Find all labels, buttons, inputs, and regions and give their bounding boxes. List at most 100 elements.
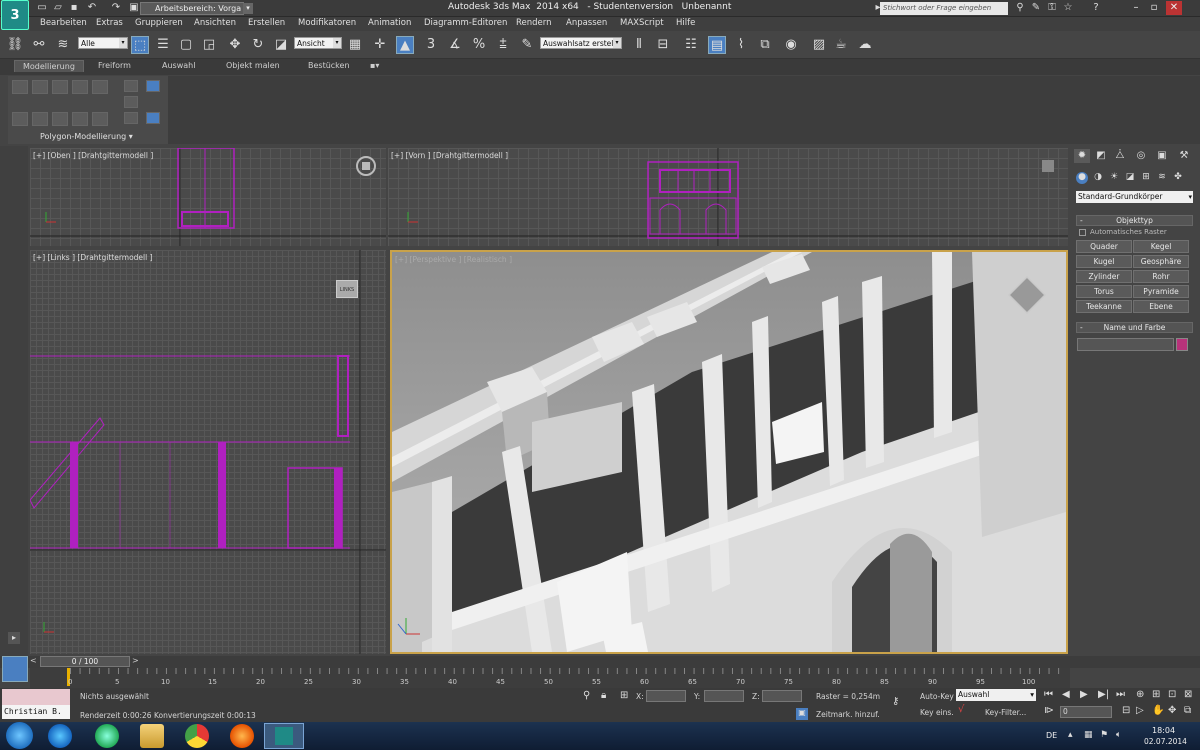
ribbon-tool-button[interactable]: [52, 80, 68, 94]
torus-button[interactable]: Torus: [1076, 285, 1132, 298]
select-object-icon[interactable]: ⬚: [131, 36, 149, 54]
open-file-icon[interactable]: ▱: [52, 2, 64, 14]
ribbon-tool-button[interactable]: [92, 80, 108, 94]
help-icon[interactable]: ?: [1090, 2, 1102, 14]
binoculars-icon[interactable]: ⚲: [1014, 2, 1026, 14]
set-key-icon[interactable]: ⚷: [892, 696, 899, 707]
tray-arrow-icon[interactable]: ▴: [1068, 730, 1073, 740]
workspace-dropdown[interactable]: Arbeitsbereich: Vorga ▾: [140, 2, 253, 15]
geometry-icon[interactable]: ●: [1076, 172, 1088, 184]
viewport-perspective[interactable]: [+] [Perspektive ] [Realistisch ]: [390, 250, 1068, 654]
goto-end-icon[interactable]: ⏭: [1116, 689, 1125, 700]
cameras-icon[interactable]: ◪: [1124, 172, 1136, 184]
viewcube-front-icon[interactable]: [1042, 160, 1054, 172]
utilities-tab-icon[interactable]: ⚒: [1176, 149, 1192, 163]
scene-explorer-icon[interactable]: ▤: [708, 36, 726, 54]
object-name-input[interactable]: [1077, 338, 1174, 351]
ribbon-tab-auswahl[interactable]: Auswahl: [162, 61, 195, 70]
play-icon[interactable]: ▶: [1080, 689, 1088, 700]
ribbon-tool-button[interactable]: [124, 96, 138, 108]
zoom-icon[interactable]: ⊕: [1136, 689, 1144, 700]
language-indicator[interactable]: DE: [1046, 731, 1057, 740]
ribbon-tab-freiform[interactable]: Freiform: [98, 61, 131, 70]
menu-anpassen[interactable]: Anpassen: [566, 18, 607, 28]
zoom-extents-all-icon[interactable]: ⊠: [1184, 689, 1192, 700]
motion-tab-icon[interactable]: ◎: [1133, 149, 1149, 163]
firefox-icon[interactable]: [230, 724, 254, 748]
x-coordinate-field[interactable]: [646, 690, 686, 702]
minimize-button[interactable]: –: [1128, 1, 1144, 15]
quader-button[interactable]: Quader: [1076, 240, 1132, 253]
ribbon-tool-button[interactable]: [146, 80, 160, 92]
modify-tab-icon[interactable]: ◩: [1093, 149, 1109, 163]
undo-icon[interactable]: ↶: [86, 2, 98, 14]
zylinder-button[interactable]: Zylinder: [1076, 270, 1132, 283]
ribbon-tab-bestuecken[interactable]: Bestücken: [308, 61, 350, 70]
viewcube-top-icon[interactable]: [356, 156, 376, 176]
pivot-center-icon[interactable]: ▦: [346, 36, 364, 54]
menu-rendern[interactable]: Rendern: [516, 18, 552, 28]
mirror-icon[interactable]: ⫴: [630, 36, 648, 54]
chrome-icon[interactable]: [185, 724, 209, 748]
rohr-button[interactable]: Rohr: [1133, 270, 1189, 283]
menu-extras[interactable]: Extras: [96, 18, 123, 28]
schematic-view-icon[interactable]: ⧉: [756, 36, 774, 54]
ribbon-tool-button[interactable]: [12, 80, 28, 94]
rendered-frame-icon[interactable]: ☕: [832, 36, 850, 54]
z-coordinate-field[interactable]: [762, 690, 802, 702]
goto-start-icon[interactable]: ⏮: [1044, 689, 1053, 700]
maxscript-listener-strip[interactable]: [2, 689, 70, 705]
slider-next-icon[interactable]: >: [132, 656, 139, 665]
ribbon-tool-button[interactable]: [72, 112, 88, 126]
zoom-all-icon[interactable]: ⊞: [1152, 689, 1160, 700]
angle-snap-icon[interactable]: ∡: [446, 36, 464, 54]
select-manipulate-icon[interactable]: ✛: [371, 36, 389, 54]
primitive-category-dropdown[interactable]: Standard-Grundkörper ▾: [1076, 191, 1193, 203]
ribbon-tool-button[interactable]: [124, 80, 138, 92]
curve-editor-icon[interactable]: ⌇: [732, 36, 750, 54]
menu-modifikatoren[interactable]: Modifikatoren: [298, 18, 356, 28]
unlink-icon[interactable]: ⚯: [30, 36, 48, 54]
explorer-folder-icon[interactable]: [140, 724, 164, 748]
auto-key-dropdown[interactable]: Auswahl ▾: [956, 689, 1036, 701]
keyboard-shortcut-icon[interactable]: ▲: [396, 36, 414, 54]
zoom-extents-icon[interactable]: ⊡: [1168, 689, 1176, 700]
edit-named-selection-icon[interactable]: ✎: [518, 36, 536, 54]
set-key-button[interactable]: Key eins.: [920, 708, 954, 717]
ebene-button[interactable]: Ebene: [1133, 300, 1189, 313]
rotate-icon[interactable]: ↻: [249, 36, 267, 54]
menu-diagramm-editoren[interactable]: Diagramm-Editoren: [424, 18, 507, 28]
menu-gruppieren[interactable]: Gruppieren: [135, 18, 183, 28]
ribbon-tool-button[interactable]: [32, 80, 48, 94]
menu-ansichten[interactable]: Ansichten: [194, 18, 236, 28]
network-icon[interactable]: ▦: [1084, 730, 1093, 740]
clock-date[interactable]: 02.07.2014: [1144, 737, 1187, 746]
create-tab-icon[interactable]: ✹: [1074, 149, 1090, 163]
media-player-icon[interactable]: [95, 724, 119, 748]
flag-icon[interactable]: ⚑: [1100, 730, 1108, 740]
viewport-front[interactable]: [+] [Vorn ] [Drahtgittermodell ]: [388, 148, 1068, 246]
redo-icon[interactable]: ↷: [110, 2, 122, 14]
new-file-icon[interactable]: ▭: [36, 2, 48, 14]
key-filter-button[interactable]: Key-Filter...: [985, 708, 1026, 717]
ribbon-tab-modellierung[interactable]: Modellierung: [14, 60, 84, 72]
display-tab-icon[interactable]: ▣: [1154, 149, 1170, 163]
slider-prev-icon[interactable]: <: [30, 656, 37, 665]
scale-icon[interactable]: ◪: [272, 36, 290, 54]
menu-erstellen[interactable]: Erstellen: [248, 18, 285, 28]
viewport-top[interactable]: [+] [Oben ] [Drahtgittermodell ]: [30, 148, 386, 246]
app-logo[interactable]: 3: [1, 0, 29, 30]
search-input[interactable]: Stichwort oder Frage eingeben: [880, 2, 1008, 15]
start-button[interactable]: [6, 722, 33, 749]
current-frame-field[interactable]: 0: [1060, 706, 1112, 718]
ribbon-tool-button[interactable]: [32, 112, 48, 126]
key-mode-icon[interactable]: √: [958, 704, 964, 715]
ribbon-tool-button[interactable]: [72, 80, 88, 94]
y-coordinate-field[interactable]: [704, 690, 744, 702]
expand-arrow-icon[interactable]: ▸: [8, 632, 20, 644]
ribbon-tool-button[interactable]: [124, 112, 138, 124]
key-icon[interactable]: ⚿: [1046, 2, 1058, 14]
render-production-icon[interactable]: ☁: [856, 36, 874, 54]
tools-icon[interactable]: ✎: [1030, 2, 1042, 14]
kegel-button[interactable]: Kegel: [1133, 240, 1189, 253]
